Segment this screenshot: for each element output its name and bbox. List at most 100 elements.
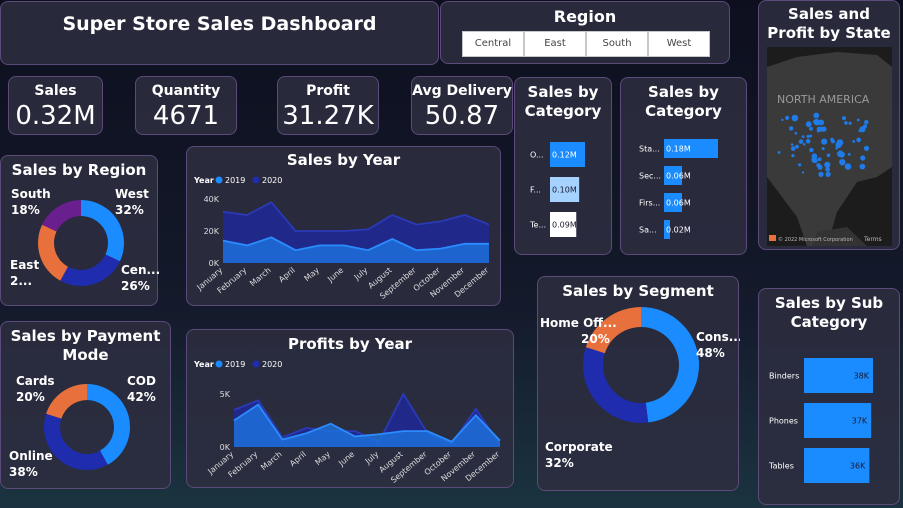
- state-dot[interactable]: [821, 138, 828, 145]
- state-dot[interactable]: [856, 118, 860, 122]
- state-dot[interactable]: [825, 167, 830, 172]
- x-tick-label: July: [352, 265, 370, 282]
- microsoft-logo: [769, 235, 776, 241]
- state-dot[interactable]: [809, 126, 813, 131]
- state-dot[interactable]: [824, 161, 831, 168]
- state-dot[interactable]: [813, 119, 821, 126]
- state-dot[interactable]: [791, 114, 799, 122]
- slice-percent-label: 38%: [9, 465, 38, 479]
- state-dot[interactable]: [794, 131, 798, 135]
- state-dot[interactable]: [858, 129, 861, 133]
- state-dot[interactable]: [777, 151, 781, 154]
- sales-by-year-chart[interactable]: Year 2019 202040K20K0KJanuaryFebruary March…: [187, 171, 502, 306]
- donut-slice-2[interactable]: [46, 384, 87, 419]
- sales-by-year-title: Sales by Year: [286, 151, 401, 169]
- sales-by-segment-chart[interactable]: Cons... 48% Corporate 32% Home Off... 20%: [538, 303, 740, 488]
- state-dot[interactable]: [852, 140, 856, 143]
- donut-slice-0[interactable]: [641, 307, 699, 423]
- state-dot[interactable]: [859, 163, 866, 170]
- state-dot[interactable]: [836, 139, 844, 146]
- legend-marker-2019: [215, 176, 223, 184]
- region-option-west[interactable]: West: [648, 31, 710, 57]
- state-dot[interactable]: [790, 146, 796, 151]
- x-tick-label: July: [363, 449, 381, 466]
- state-dot[interactable]: [831, 139, 835, 144]
- donut-slice-1[interactable]: [583, 347, 649, 423]
- sales-by-region-chart[interactable]: West 32% Cen... 26% East 2... South 18%: [1, 180, 159, 305]
- bar-value-label: 38K: [854, 372, 870, 381]
- bar-category-label: Phones: [769, 417, 798, 426]
- bar-value-label: 0.06M: [666, 172, 691, 181]
- profits-by-year-chart[interactable]: Year 2019 20205K0KJanuaryFebruary March Apri…: [187, 355, 515, 489]
- state-dot[interactable]: [805, 139, 811, 144]
- state-dot[interactable]: [847, 153, 851, 156]
- donut-slice-1[interactable]: [60, 254, 120, 286]
- donut-slice-0[interactable]: [87, 384, 130, 465]
- sales-by-category-chart-2[interactable]: Sta... 0.18M Sec... 0.06M Firs... 0.06M Sa... 0…: [621, 124, 748, 254]
- state-dot[interactable]: [838, 151, 845, 158]
- sales-by-category-title-2: Sales by Category: [645, 83, 722, 120]
- bar-category-label: Sta...: [639, 145, 660, 154]
- state-dot[interactable]: [817, 164, 823, 170]
- state-dot[interactable]: [798, 163, 802, 167]
- sales-by-region-title: Sales by Region: [11, 161, 147, 179]
- kpi-profit-label: Profit: [306, 83, 350, 99]
- state-dot[interactable]: [795, 144, 799, 149]
- state-dot[interactable]: [856, 137, 861, 143]
- state-dot[interactable]: [848, 121, 852, 125]
- state-dot[interactable]: [825, 171, 831, 177]
- state-dot[interactable]: [809, 147, 814, 153]
- bar-value-label: 0.02M: [666, 226, 691, 235]
- state-dot[interactable]: [844, 121, 848, 125]
- slice-name-label: Cons...: [696, 330, 740, 344]
- state-dot[interactable]: [791, 154, 795, 158]
- state-dot[interactable]: [789, 126, 794, 131]
- map-copyright: © 2022 Microsoft Corporation: [778, 236, 853, 243]
- state-dot[interactable]: [806, 134, 810, 139]
- sales-by-payment-card: Sales by Payment Mode COD 42% Online 38% Car…: [0, 321, 171, 489]
- state-dot[interactable]: [844, 163, 852, 170]
- state-dot[interactable]: [798, 139, 804, 144]
- sales-by-subcategory-chart[interactable]: Binders 38K Phones 37K Tables 36K: [759, 335, 901, 505]
- x-tick-label: March: [259, 450, 283, 473]
- slice-name-label: West: [115, 187, 149, 201]
- donut-slice-2[interactable]: [585, 307, 641, 354]
- profits-by-year-card: Profits by Year Year 2019 2020 5K 0K January F…: [186, 329, 514, 488]
- region-option-central[interactable]: Central: [462, 31, 524, 57]
- state-dot[interactable]: [842, 116, 846, 121]
- state-dot[interactable]: [818, 171, 824, 177]
- x-tick-label: March: [248, 266, 272, 289]
- state-dot[interactable]: [811, 157, 818, 163]
- state-dot[interactable]: [781, 118, 784, 122]
- sales-by-category-chart-1[interactable]: O... 0.12M F... 0.10M Te... 0.09M: [515, 124, 613, 254]
- state-dot[interactable]: [801, 135, 805, 138]
- state-dot[interactable]: [785, 115, 790, 120]
- state-dot[interactable]: [805, 121, 812, 128]
- state-dot[interactable]: [863, 145, 870, 151]
- state-dot[interactable]: [801, 171, 805, 174]
- region-option-south[interactable]: South: [586, 31, 648, 57]
- map-canvas[interactable]: NORTH AMERICA © 2022 Microsoft Corporati…: [767, 47, 892, 246]
- state-dot[interactable]: [790, 143, 794, 146]
- state-dot[interactable]: [821, 147, 825, 151]
- bar-value-label: 0.12M: [552, 151, 577, 160]
- region-option-east[interactable]: East: [524, 31, 586, 57]
- kpi-delivery-card: Avg Delivery 50.87: [411, 76, 513, 135]
- state-dot[interactable]: [813, 112, 820, 119]
- state-dot[interactable]: [826, 153, 831, 158]
- state-dot[interactable]: [839, 159, 846, 166]
- state-dot[interactable]: [860, 155, 866, 161]
- slice-percent-label: 32%: [545, 456, 574, 470]
- state-dot[interactable]: [802, 143, 806, 146]
- donut-slice-3[interactable]: [42, 200, 81, 232]
- bar-category-label: Firs...: [639, 199, 660, 208]
- sales-by-payment-chart[interactable]: COD 42% Online 38% Cards 20%: [1, 365, 172, 490]
- bar-value-label: 0.09M: [552, 221, 577, 230]
- state-dot[interactable]: [816, 129, 821, 133]
- donut-slice-1[interactable]: [43, 413, 108, 470]
- state-dot[interactable]: [864, 120, 869, 125]
- donut-slice-2[interactable]: [38, 224, 68, 281]
- state-dot[interactable]: [817, 157, 822, 162]
- y-tick-label: 20K: [204, 227, 220, 236]
- bar-category-label: Te...: [529, 221, 546, 230]
